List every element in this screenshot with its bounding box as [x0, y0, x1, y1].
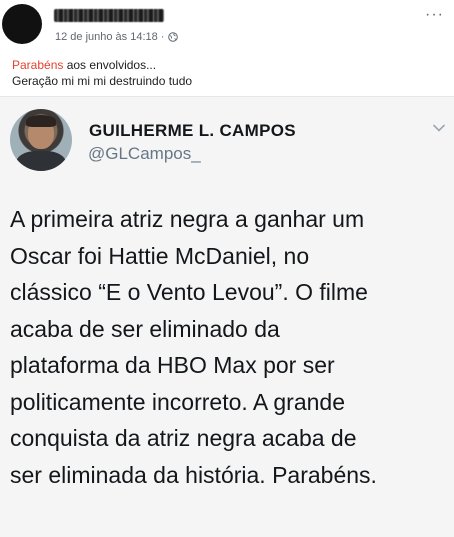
post-text: Parabéns aos envolvidos... Geração mi mi…: [12, 57, 192, 89]
avatar-shirt: [16, 151, 66, 171]
post-timestamp[interactable]: 12 de junho às 14:18: [55, 31, 158, 43]
facebook-post: 12 de junho às 14:18 · ··· Parabéns aos …: [0, 0, 454, 537]
post-meta: 12 de junho às 14:18 ·: [55, 31, 179, 43]
more-options-icon[interactable]: ···: [425, 7, 444, 23]
tweet-screenshot-image[interactable]: GUILHERME L. CAMPOS @GLCampos_ A primeir…: [0, 96, 454, 537]
avatar-hair: [26, 115, 56, 127]
author-avatar[interactable]: [2, 4, 42, 44]
meta-separator: ·: [160, 31, 165, 43]
tweet-author-name: GUILHERME L. CAMPOS: [89, 121, 296, 140]
post-text-line-1-rest: aos envolvidos...: [63, 58, 157, 72]
author-name-redacted[interactable]: [54, 9, 164, 22]
post-text-highlight: Parabéns: [12, 58, 64, 72]
post-text-line-1: Parabéns aos envolvidos...: [12, 57, 192, 73]
chevron-down-icon: [432, 121, 446, 135]
globe-icon[interactable]: [168, 32, 179, 42]
post-text-line-2: Geração mi mi mi destruindo tudo: [12, 74, 193, 88]
tweet-author-avatar: [10, 109, 72, 171]
post-header: 12 de junho às 14:18 · ···: [0, 0, 454, 52]
tweet-body-text: A primeira atriz negra a ganhar um Oscar…: [10, 206, 377, 488]
tweet-author-handle: @GLCampos_: [88, 144, 201, 163]
